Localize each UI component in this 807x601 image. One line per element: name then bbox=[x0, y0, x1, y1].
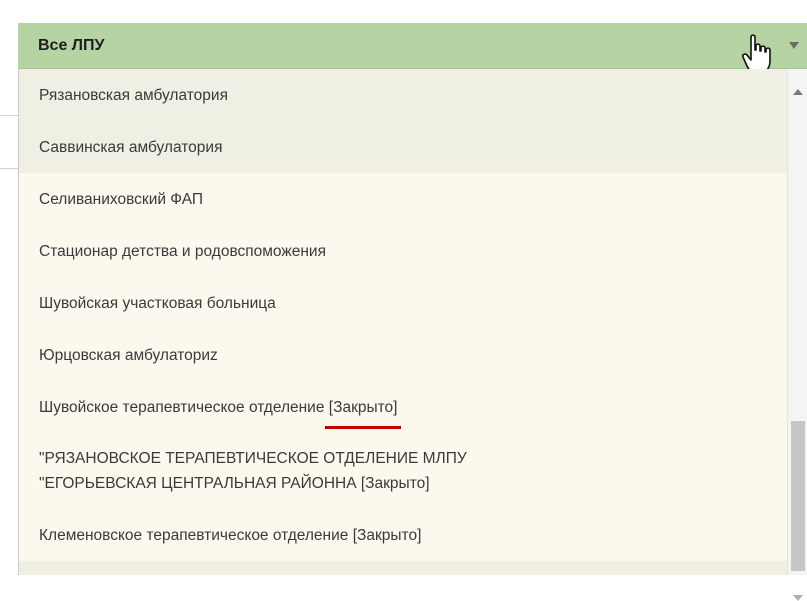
vertical-scrollbar[interactable] bbox=[787, 69, 807, 601]
list-item[interactable]: "РЯЗАНОВСКОЕ ТЕРАПЕВТИЧЕСКОЕ ОТДЕЛЕНИЕ М… bbox=[19, 433, 787, 509]
chevron-down-icon[interactable] bbox=[789, 42, 799, 49]
scroll-thumb[interactable] bbox=[791, 421, 805, 571]
closed-status-label: [Закрыто] bbox=[360, 475, 430, 492]
list-item[interactable]: Клеменовское терапевтическое отделение [… bbox=[19, 509, 787, 561]
scroll-up-icon[interactable] bbox=[793, 89, 803, 95]
lpu-dropdown[interactable]: Все ЛПУ Рязановская амбулатория Саввинск… bbox=[18, 23, 807, 601]
closed-status-label: [Закрыто] bbox=[352, 526, 422, 544]
list-item[interactable]: Юрцовская амбулаториz bbox=[19, 329, 787, 381]
dropdown-header[interactable]: Все ЛПУ bbox=[19, 23, 807, 69]
list-item[interactable]: Шувойское терапевтическое отделение [Зак… bbox=[19, 381, 787, 433]
background-divider bbox=[0, 115, 18, 116]
background-divider bbox=[0, 168, 18, 169]
list-item[interactable]: Стационар детства и родовспоможения bbox=[19, 225, 787, 277]
list-item[interactable]: Саввинская амбулатория bbox=[19, 121, 787, 173]
dropdown-list: Рязановская амбулатория Саввинская амбул… bbox=[19, 69, 787, 575]
closed-status-label: [Закрыто] bbox=[324, 395, 402, 429]
dropdown-selected-value: Все ЛПУ bbox=[38, 37, 105, 54]
scroll-down-icon[interactable] bbox=[793, 595, 803, 601]
list-item[interactable]: Рязановская амбулатория bbox=[19, 69, 787, 121]
list-item[interactable]: Селиваниховский ФАП bbox=[19, 173, 787, 225]
list-item[interactable]: Шувойская участковая больница bbox=[19, 277, 787, 329]
highlight-underline bbox=[324, 425, 402, 429]
